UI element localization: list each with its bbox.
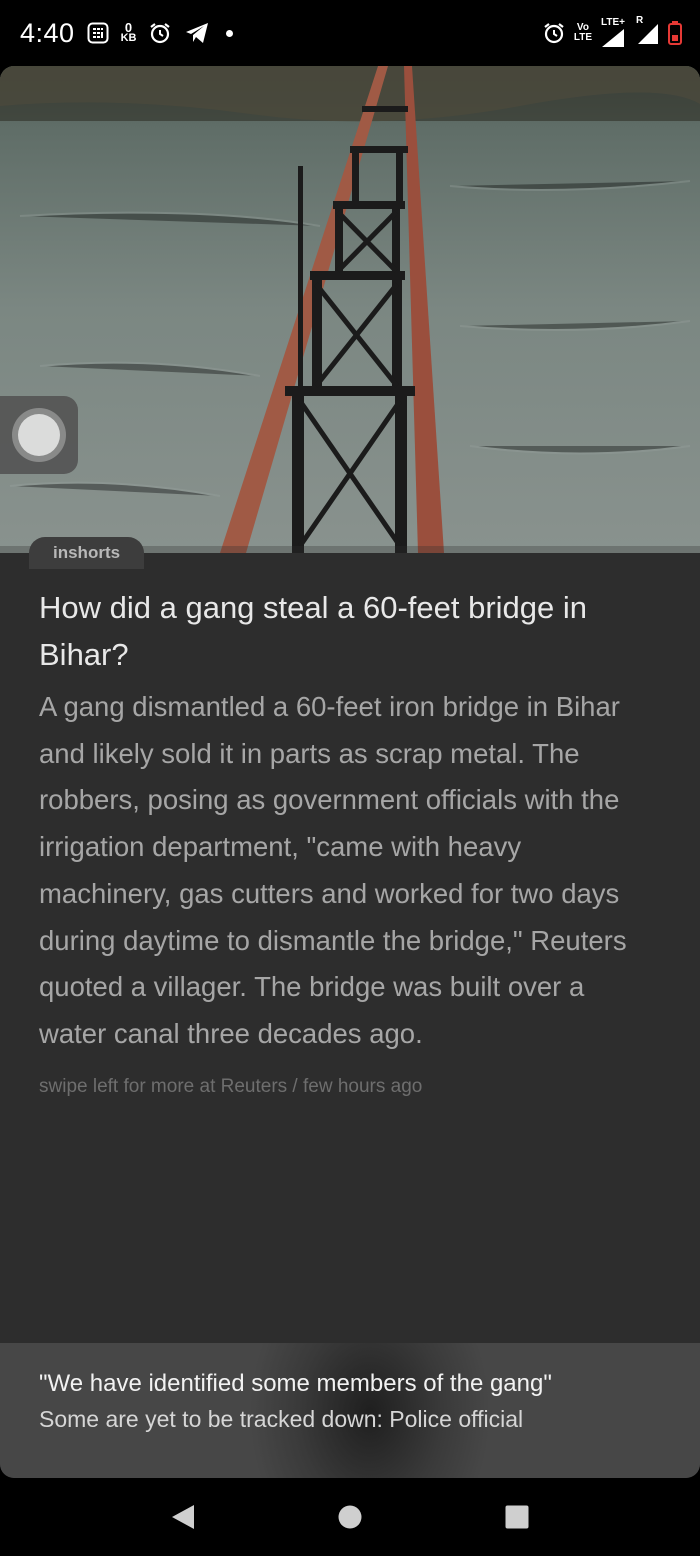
status-bar: 4:40 0 KB Vo LTE LTE+ R	[0, 0, 700, 66]
assist-ring	[12, 408, 66, 462]
related-story-banner[interactable]: "We have identified some members of the …	[0, 1343, 700, 1478]
article-meta[interactable]: swipe left for more at Reuters / few hou…	[39, 1076, 649, 1098]
source-badge: inshorts	[29, 537, 145, 569]
recents-square-icon	[505, 1505, 529, 1529]
recents-button[interactable]	[487, 1487, 547, 1547]
back-button[interactable]	[153, 1487, 213, 1547]
home-circle-icon	[338, 1505, 362, 1529]
news-card[interactable]: inshorts How did a gang steal a 60-feet …	[0, 66, 700, 1478]
clock: 4:40	[20, 17, 75, 48]
article-body: A gang dismantled a 60-feet iron bridge …	[39, 691, 627, 1049]
assist-dot	[18, 414, 60, 456]
home-button[interactable]	[320, 1487, 380, 1547]
navigation-bar	[0, 1478, 700, 1556]
volte-icon: Vo LTE	[573, 22, 592, 43]
battery-low-icon	[668, 21, 682, 45]
related-story-subtitle: Some are yet to be tracked down: Police …	[39, 1406, 524, 1432]
notification-dot	[226, 29, 234, 37]
telegram-icon	[184, 21, 210, 45]
back-triangle-icon	[172, 1505, 195, 1529]
alarm-icon	[148, 21, 172, 45]
alarm-icon	[542, 21, 566, 45]
calculator-icon	[87, 22, 109, 44]
floating-assist-button[interactable]	[0, 396, 78, 474]
article-image	[0, 66, 700, 553]
article-headline[interactable]: How did a gang steal a 60-feet bridge in…	[39, 584, 649, 678]
signal-roaming-icon: R	[634, 16, 660, 46]
data-speed-indicator: 0 KB	[120, 20, 137, 44]
signal-icon: LTE+	[600, 18, 626, 48]
article-content: How did a gang steal a 60-feet bridge in…	[39, 584, 649, 1098]
related-story-title: "We have identified some members of the …	[39, 1370, 552, 1397]
